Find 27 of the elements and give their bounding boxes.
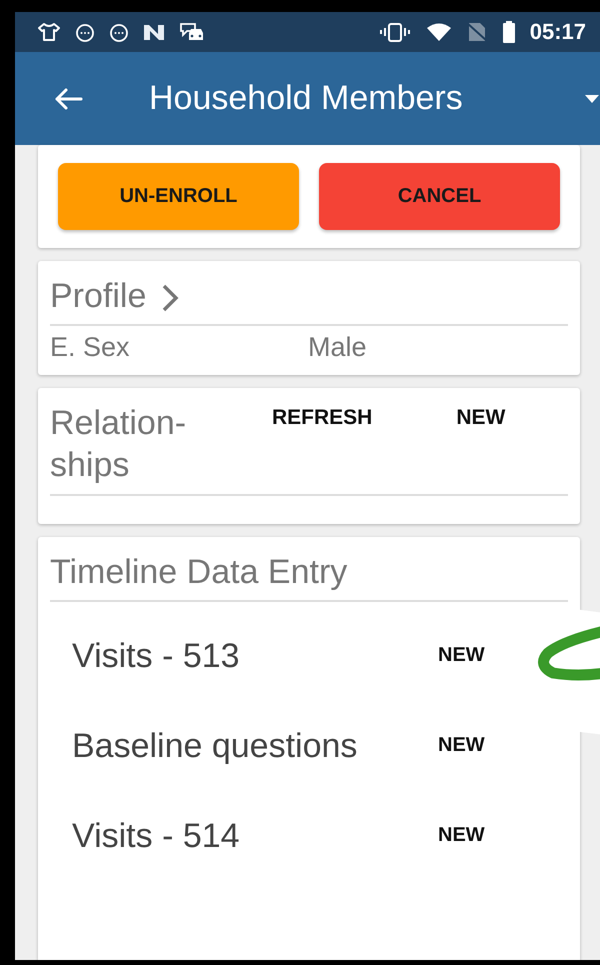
new-button[interactable]: NEW	[438, 644, 485, 667]
field-label: E. Sex	[50, 332, 131, 363]
battery-icon	[502, 21, 516, 43]
text-button[interactable]: NEW	[456, 406, 506, 430]
back-button[interactable]	[53, 86, 83, 110]
field-value: Male	[308, 332, 367, 363]
timeline-item[interactable]: Visits - 514	[72, 814, 402, 884]
wifi-icon	[426, 22, 452, 42]
shirt-icon	[37, 22, 61, 42]
new-button[interactable]: NEW	[438, 824, 485, 847]
new-button[interactable]: NEW	[438, 734, 485, 757]
chat-bubble-icon	[75, 22, 95, 42]
status-time: 05:17	[530, 19, 586, 45]
section-title: Profile	[50, 277, 146, 316]
chat-bubble-icon	[109, 22, 129, 42]
timeline-item[interactable]: Visits - 513	[72, 634, 402, 704]
action-button[interactable]: CANCEL	[319, 163, 560, 230]
action-button[interactable]: UN-ENROLL	[58, 163, 299, 230]
vibrate-icon	[378, 22, 412, 42]
chevron-right-icon[interactable]	[160, 282, 180, 312]
section-title: Timeline Data Entry	[50, 553, 348, 592]
n-logo-icon	[143, 23, 165, 41]
screen-title: Household Members	[149, 79, 464, 118]
text-button[interactable]: REFRESH	[272, 406, 372, 430]
dropdown-button[interactable]	[584, 94, 600, 104]
timeline-item[interactable]: Baseline questions	[72, 724, 402, 794]
section-title: Relation-ships	[50, 403, 188, 486]
